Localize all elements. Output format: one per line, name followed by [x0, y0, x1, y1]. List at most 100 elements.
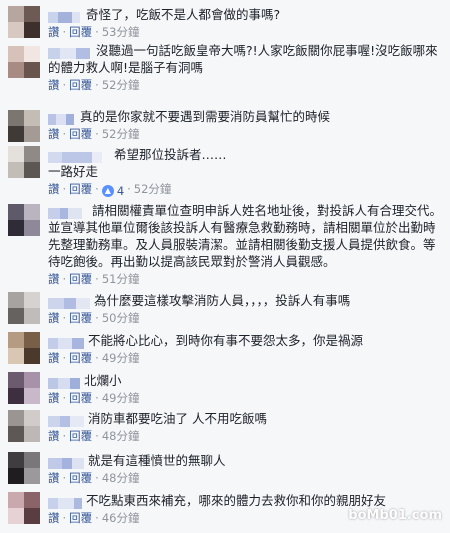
comment-meta: 讚 · 回覆 · 49分鐘 — [48, 351, 140, 365]
avatar-pixel — [24, 22, 40, 38]
comment-time[interactable]: 52分鐘 — [134, 182, 172, 196]
like-link[interactable]: 讚 — [48, 351, 60, 365]
avatar[interactable] — [8, 204, 40, 236]
avatar[interactable] — [8, 452, 40, 484]
avatar-pixel — [8, 110, 24, 126]
comment-time[interactable]: 48分鐘 — [102, 429, 140, 443]
commenter-name[interactable] — [48, 414, 84, 427]
comment-meta: 讚 · 回覆 · 53分鐘 — [48, 25, 140, 39]
commenter-name[interactable] — [48, 296, 90, 309]
reply-link[interactable]: 回覆 — [69, 351, 92, 365]
avatar-pixel — [8, 126, 24, 142]
avatar-pixel — [24, 162, 40, 178]
like-link[interactable]: 讚 — [48, 391, 60, 405]
like-count[interactable]: ▲ 4 — [101, 183, 124, 199]
like-link[interactable]: 讚 — [48, 471, 60, 485]
comment-time[interactable]: 53分鐘 — [102, 25, 140, 39]
commenter-name[interactable] — [48, 496, 82, 509]
avatar-pixel — [8, 348, 24, 364]
avatar-pixel — [8, 292, 24, 308]
avatar-pixel — [8, 220, 24, 236]
avatar-pixel — [8, 492, 24, 508]
like-link[interactable]: 讚 — [48, 25, 60, 39]
avatar-pixel — [24, 426, 40, 442]
comment-meta: 讚 · 回覆 · ▲ 4 · 52分鐘 — [48, 182, 172, 199]
commenter-name[interactable] — [48, 376, 80, 389]
avatar-pixel — [24, 410, 40, 426]
comment-text: 消防車都要吃油了 人不用吃飯嗎 — [88, 411, 267, 426]
comment-meta: 讚 · 回覆 · 48分鐘 — [48, 429, 140, 443]
reply-link[interactable]: 回覆 — [69, 429, 92, 443]
avatar[interactable] — [8, 332, 40, 364]
avatar[interactable] — [8, 492, 40, 524]
avatar-pixel — [8, 372, 24, 388]
comment-time[interactable]: 52分鐘 — [102, 127, 140, 141]
avatar-pixel — [8, 22, 24, 38]
avatar[interactable] — [8, 372, 40, 404]
avatar-pixel — [24, 46, 40, 62]
comment-time[interactable]: 49分鐘 — [102, 351, 140, 365]
avatar-pixel — [8, 410, 24, 426]
avatar[interactable] — [8, 146, 40, 178]
like-link[interactable]: 讚 — [48, 182, 60, 196]
avatar-pixel — [8, 46, 24, 62]
comment-text: 請相關權責單位查明申訴人姓名地址後，對投訴人有合理交代。並宣導其他單位爾後該投訴… — [48, 203, 443, 269]
comment-text: 真的是你家就不要遇到需要消防員幫忙的時候 — [80, 109, 331, 124]
comment-meta: 讚 · 回覆 · 50分鐘 — [48, 311, 140, 325]
reply-link[interactable]: 回覆 — [69, 391, 92, 405]
comment-time[interactable]: 49分鐘 — [102, 391, 140, 405]
comment-time[interactable]: 48分鐘 — [102, 471, 140, 485]
avatar-pixel — [24, 110, 40, 126]
avatar-pixel — [24, 6, 40, 22]
commenter-name[interactable] — [48, 10, 80, 23]
avatar-pixel — [24, 204, 40, 220]
avatar-pixel — [24, 372, 40, 388]
avatar-pixel — [8, 426, 24, 442]
avatar-pixel — [8, 508, 24, 524]
avatar-pixel — [24, 308, 40, 324]
comment-time[interactable]: 51分鐘 — [102, 272, 140, 286]
like-link[interactable]: 讚 — [48, 127, 60, 141]
avatar-pixel — [8, 308, 24, 324]
commenter-name[interactable] — [48, 150, 102, 163]
avatar-pixel — [24, 332, 40, 348]
avatar[interactable] — [8, 410, 40, 442]
avatar[interactable] — [8, 110, 40, 142]
avatar[interactable] — [8, 292, 40, 324]
reply-link[interactable]: 回覆 — [69, 471, 92, 485]
commenter-name[interactable] — [48, 46, 90, 59]
avatar-pixel — [24, 220, 40, 236]
commenter-name[interactable] — [48, 206, 82, 219]
avatar-pixel — [24, 492, 40, 508]
reply-link[interactable]: 回覆 — [69, 78, 92, 92]
avatar-pixel — [24, 126, 40, 142]
like-link[interactable]: 讚 — [48, 272, 60, 286]
avatar[interactable] — [8, 6, 40, 38]
commenter-name[interactable] — [48, 336, 84, 349]
comment-time[interactable]: 52分鐘 — [102, 78, 140, 92]
avatar-pixel — [8, 6, 24, 22]
avatar-pixel — [8, 204, 24, 220]
like-link[interactable]: 讚 — [48, 429, 60, 443]
avatar[interactable] — [8, 46, 40, 78]
like-link[interactable]: 讚 — [48, 78, 60, 92]
comment-meta: 讚 · 回覆 · 52分鐘 — [48, 78, 140, 92]
reply-link[interactable]: 回覆 — [69, 25, 92, 39]
like-link[interactable]: 讚 — [48, 511, 60, 525]
reply-link[interactable]: 回覆 — [69, 311, 92, 325]
reply-link[interactable]: 回覆 — [69, 511, 92, 525]
comment-text: 奇怪了，吃飯不是人都會做的事嗎? — [86, 7, 281, 22]
comment-time[interactable]: 50分鐘 — [102, 311, 140, 325]
reply-link[interactable]: 回覆 — [69, 272, 92, 286]
commenter-name[interactable] — [48, 112, 74, 125]
comment-time[interactable]: 46分鐘 — [102, 511, 140, 525]
reply-link[interactable]: 回覆 — [69, 182, 92, 196]
avatar-pixel — [24, 452, 40, 468]
avatar-pixel — [8, 468, 24, 484]
reply-link[interactable]: 回覆 — [69, 127, 92, 141]
like-link[interactable]: 讚 — [48, 311, 60, 325]
commenter-name[interactable] — [48, 456, 84, 469]
avatar-pixel — [24, 292, 40, 308]
avatar-pixel — [24, 348, 40, 364]
avatar-pixel — [24, 508, 40, 524]
